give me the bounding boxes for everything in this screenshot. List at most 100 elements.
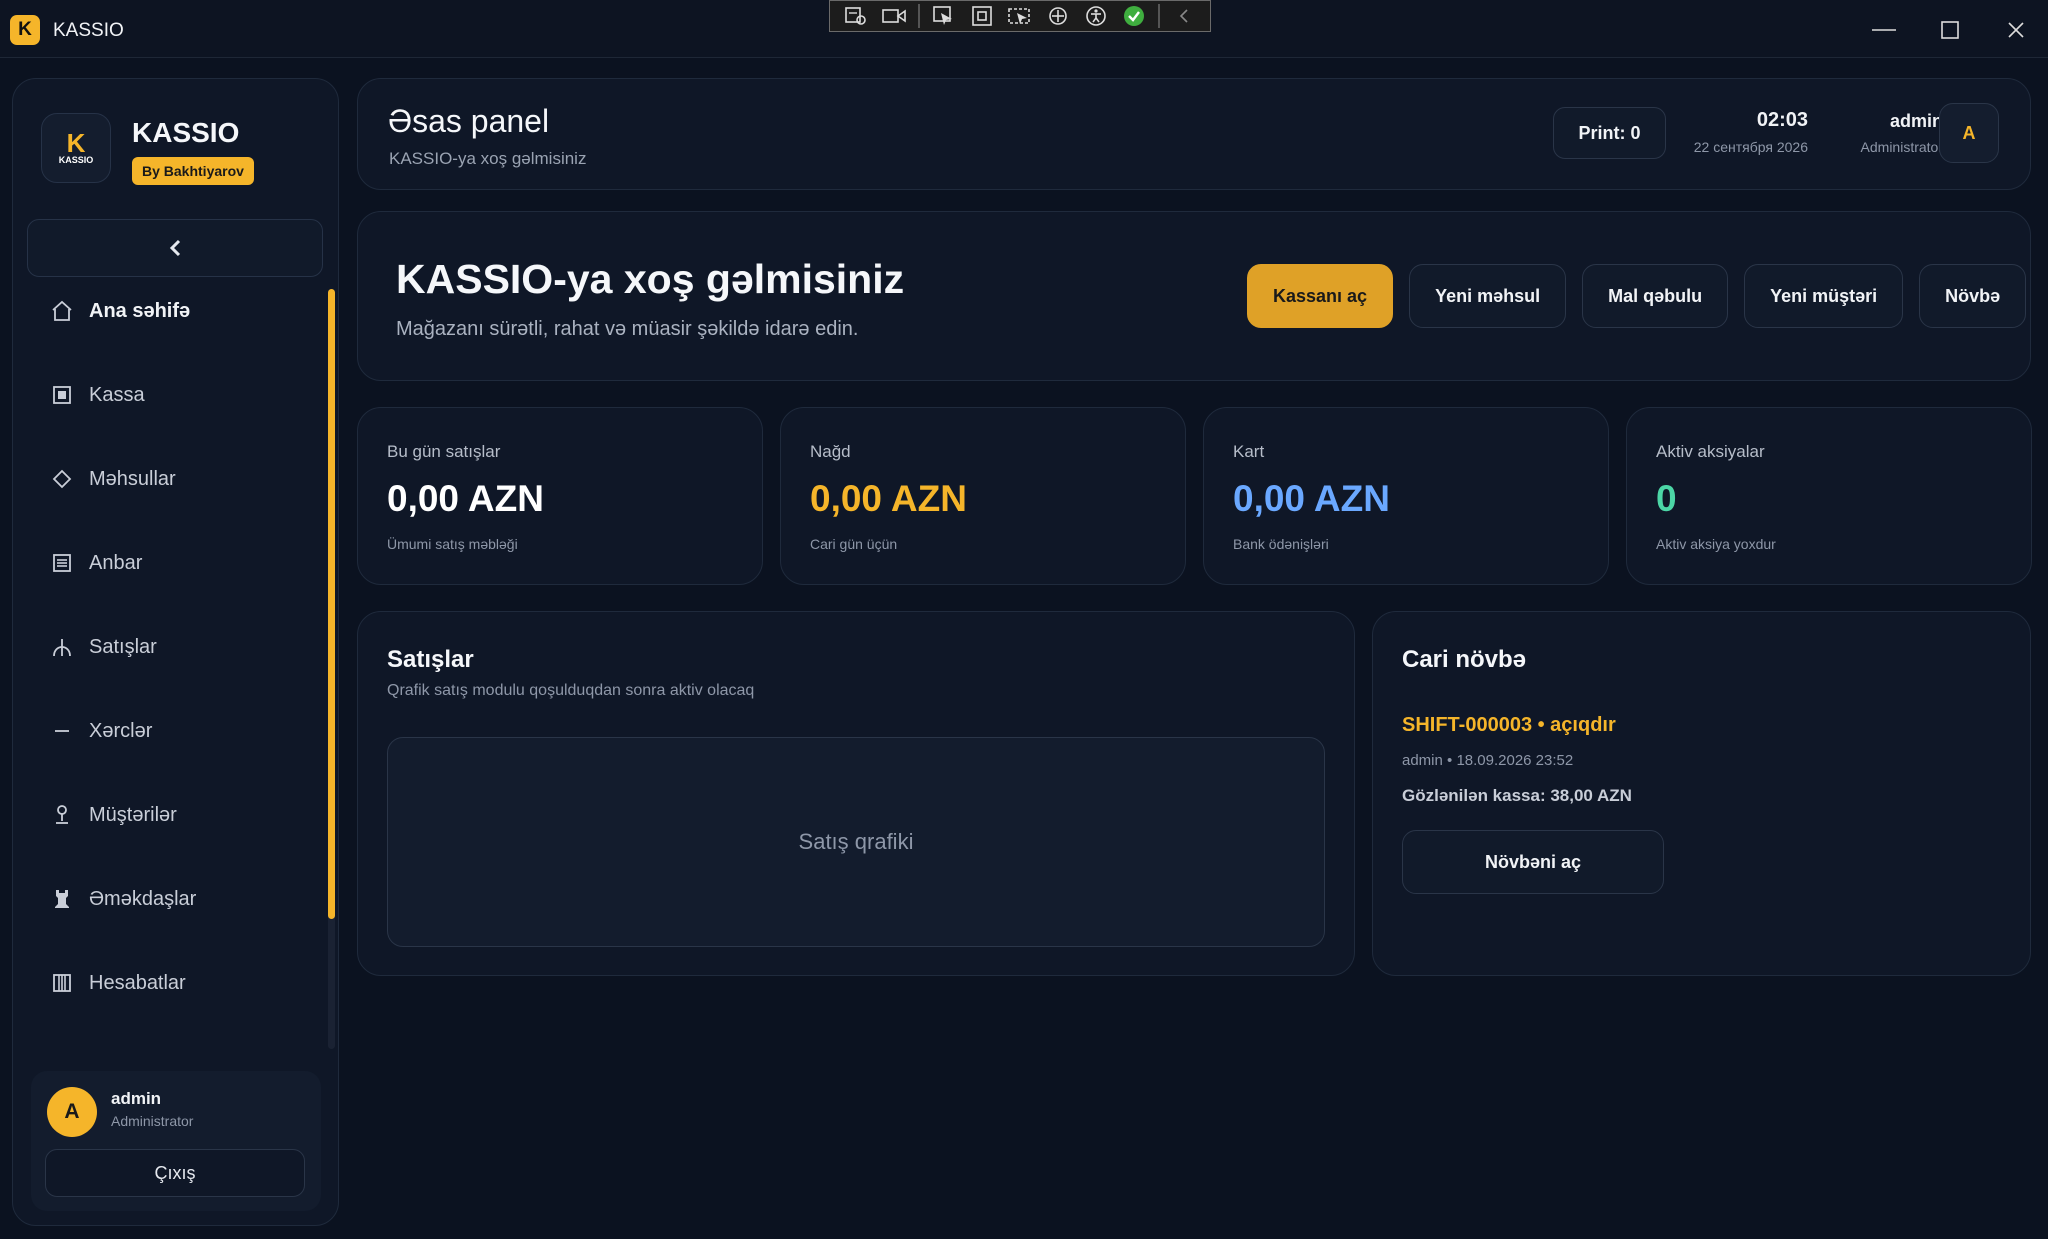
- close-icon: [2008, 22, 2024, 38]
- binding-failures-icon[interactable]: [1042, 3, 1074, 29]
- stat-card-promotions: Aktiv aksiyalar 0 Aktiv aksiya yoxdur: [1626, 407, 2032, 585]
- quick-actions: Kassanı aç Yeni məhsul Mal qəbulu Yeni m…: [1247, 264, 2027, 328]
- stat-note: Ümumi satış məbləği: [387, 536, 518, 552]
- logo-mark: K: [66, 128, 86, 158]
- stat-value: 0,00 AZN: [1233, 478, 1390, 519]
- accessibility-icon[interactable]: [1080, 3, 1112, 29]
- staff-icon: [49, 886, 75, 912]
- sidebar-item-label: Kassa: [89, 383, 145, 406]
- stat-note: Aktiv aksiya yoxdur: [1656, 536, 1776, 552]
- stat-value: 0: [1656, 478, 1677, 519]
- maximize-icon: [1941, 21, 1959, 39]
- sidebar-item-label: Müştərilər: [89, 803, 177, 826]
- warehouse-icon: [49, 550, 75, 576]
- brand-tag: By Bakhtiyarov: [132, 157, 254, 185]
- page-subtitle: KASSIO-ya xoş gəlmisiniz: [389, 149, 587, 168]
- user-card: A admin Administrator Çıxış: [31, 1071, 321, 1211]
- stat-value: 0,00 AZN: [810, 478, 967, 519]
- minimize-icon: [1872, 29, 1896, 31]
- sidebar-item-products[interactable]: Məhsullar: [49, 459, 309, 499]
- collapse-toolbar-icon[interactable]: [1168, 3, 1200, 29]
- app-badge-icon: K: [10, 15, 40, 45]
- toolbar-separator: [918, 4, 920, 28]
- shift-meta: admin • 18.09.2026 23:52: [1402, 752, 1574, 769]
- stat-label: Nağd: [810, 442, 851, 461]
- stat-label: Kart: [1233, 442, 1265, 461]
- sidebar-item-expenses[interactable]: Xərclər: [49, 711, 309, 751]
- open-shift-button[interactable]: Növbəni aç: [1402, 830, 1664, 894]
- visual-tree-icon[interactable]: [840, 3, 872, 29]
- new-customer-button[interactable]: Yeni müştəri: [1744, 264, 1904, 328]
- shift-expected-cash: Gözlənilən kassa: 38,00 AZN: [1402, 786, 1632, 805]
- sidebar-item-label: Anbar: [89, 551, 143, 574]
- sidebar-item-home[interactable]: Ana səhifə: [49, 291, 309, 331]
- sidebar-item-label: Ana səhifə: [89, 299, 191, 322]
- window-title: KASSIO: [53, 20, 124, 41]
- sidebar-item-customers[interactable]: Müştərilər: [49, 795, 309, 835]
- maximize-button[interactable]: [1920, 14, 1980, 46]
- sidebar-item-reports[interactable]: Hesabatlar: [49, 963, 309, 1003]
- chevron-left-icon: [169, 239, 181, 257]
- user-name: admin: [111, 1089, 162, 1108]
- stat-card-card: Kart 0,00 AZN Bank ödənişləri: [1203, 407, 1609, 585]
- logo-text: KASSIO: [58, 155, 94, 165]
- register-icon: [49, 382, 75, 408]
- sidebar-item-warehouse[interactable]: Anbar: [49, 543, 309, 583]
- camera-icon[interactable]: [878, 3, 910, 29]
- brand-name: KASSIO: [132, 117, 240, 148]
- checkmark-icon[interactable]: [1118, 3, 1150, 29]
- select-element-icon[interactable]: [928, 3, 960, 29]
- current-shift-card: Cari növbə SHIFT-000003 • açıqdır admin …: [1372, 611, 2031, 976]
- close-button[interactable]: [1986, 14, 2046, 46]
- sales-title: Satışlar: [387, 646, 474, 673]
- sales-chart-placeholder: Satış qrafiki: [387, 737, 1325, 947]
- sidebar: K KASSIO KASSIO By Bakhtiyarov Ana səhif…: [12, 78, 339, 1226]
- window-titlebar: K KASSIO: [0, 0, 2048, 58]
- stat-card-cash: Nağd 0,00 AZN Cari gün üçün: [780, 407, 1186, 585]
- customer-icon: [49, 802, 75, 828]
- reports-icon: [49, 970, 75, 996]
- stat-label: Bu gün satışlar: [387, 442, 501, 461]
- page-header: Əsas panel KASSIO-ya xoş gəlmisiniz Prin…: [357, 78, 2031, 190]
- sidebar-item-label: Xərclər: [89, 719, 153, 742]
- sidebar-item-kassa[interactable]: Kassa: [49, 375, 309, 415]
- stat-label: Aktiv aksiyalar: [1656, 442, 1765, 461]
- new-product-button[interactable]: Yeni məhsul: [1409, 264, 1567, 328]
- welcome-card: KASSIO-ya xoş gəlmisiniz Mağazanı sürətl…: [357, 211, 2031, 381]
- welcome-subtitle: Mağazanı sürətli, rahat və müasir şəkild…: [396, 318, 859, 340]
- welcome-title: KASSIO-ya xoş gəlmisiniz: [396, 256, 905, 302]
- shift-id-status: SHIFT-000003 • açıqdır: [1402, 714, 1616, 736]
- stat-note: Bank ödənişləri: [1233, 536, 1329, 552]
- sidebar-item-staff[interactable]: Əməkdaşlar: [49, 879, 309, 919]
- toolbar-separator: [1158, 4, 1160, 28]
- brand-logo: K KASSIO: [41, 113, 111, 183]
- collapse-sidebar-button[interactable]: [27, 219, 323, 277]
- shift-title: Cari növbə: [1402, 646, 1527, 673]
- header-user-role: Administrator: [1860, 139, 1943, 155]
- sales-card: Satışlar Qrafik satış modulu qoşulduqdan…: [357, 611, 1355, 976]
- goods-receipt-button[interactable]: Mal qəbulu: [1582, 264, 1729, 328]
- clock-date: 22 сентября 2026: [1693, 139, 1808, 155]
- home-icon: [49, 298, 75, 324]
- shift-button[interactable]: Növbə: [1919, 264, 2027, 328]
- stat-card-today-sales: Bu gün satışlar 0,00 AZN Ümumi satış məb…: [357, 407, 763, 585]
- clock-time: 02:03: [1756, 109, 1808, 131]
- open-register-button[interactable]: Kassanı aç: [1247, 264, 1394, 328]
- logout-button[interactable]: Çıxış: [45, 1149, 305, 1197]
- track-focus-icon[interactable]: [1004, 3, 1036, 29]
- sidebar-item-label: Məhsullar: [89, 467, 176, 490]
- stat-value: 0,00 AZN: [387, 478, 544, 519]
- page-title: Əsas panel: [388, 103, 550, 139]
- sidebar-scrollbar-thumb[interactable]: [328, 289, 335, 919]
- minus-icon: [49, 718, 75, 744]
- header-avatar[interactable]: A: [1939, 103, 1999, 163]
- sidebar-item-label: Satışlar: [89, 635, 157, 658]
- minimize-button[interactable]: [1854, 14, 1914, 46]
- avatar: A: [47, 1087, 97, 1137]
- stat-note: Cari gün üçün: [810, 536, 898, 552]
- sidebar-item-sales[interactable]: Satışlar: [49, 627, 309, 667]
- debug-toolbar: [829, 0, 1211, 32]
- sales-subtitle: Qrafik satış modulu qoşulduqdan sonra ak…: [387, 682, 755, 699]
- layout-adorner-icon[interactable]: [966, 3, 998, 29]
- header-user-name: admin: [1889, 111, 1943, 131]
